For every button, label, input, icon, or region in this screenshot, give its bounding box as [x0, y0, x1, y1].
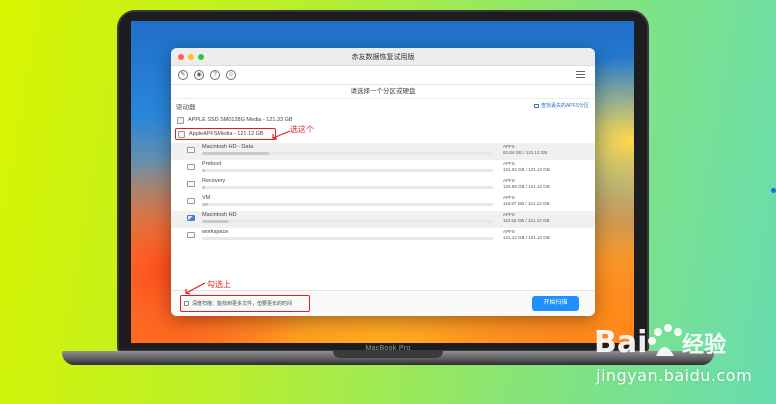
- partition-name: Recovery: [202, 178, 226, 184]
- partition-row[interactable]: Macintosh HD - Data APFS 92.84 GB / 121.…: [171, 143, 595, 160]
- drive-icon: [187, 147, 195, 153]
- system-drive-icon: [187, 215, 195, 221]
- partition-name: Macintosh HD - Data: [202, 144, 254, 150]
- drive-row-apfs-media[interactable]: AppleAPFSMedia - 121.12 GB: [175, 128, 276, 140]
- drive-icon: [187, 232, 195, 238]
- feedback-icon[interactable]: ☺: [226, 70, 236, 80]
- drive-icon: [178, 130, 185, 138]
- partition-size: 92.84 GB / 121.12 GB: [503, 150, 548, 155]
- drive-label: AppleAPFSMedia - 121.12 GB: [189, 130, 264, 137]
- svg-text:经验: 经验: [682, 332, 726, 358]
- deep-scan-label: 深度扫描：能找到更多文件，但要更长的时间: [192, 301, 293, 307]
- laptop-notch: [333, 351, 443, 358]
- partition-name: Preboot: [202, 161, 222, 167]
- deep-scan-option[interactable]: 深度扫描：能找到更多文件，但要更长的时间: [180, 295, 310, 312]
- annotation-arrow-icon: [185, 282, 206, 295]
- drive-row-apple-ssd[interactable]: APPLE SSD SM0128G Media - 121.33 GB: [171, 115, 595, 127]
- partition-size: 121.04 GB / 121.12 GB: [503, 167, 550, 172]
- usage-bar: [202, 152, 493, 155]
- partition-size: 121.12 GB / 121.12 GB: [503, 235, 550, 240]
- partition-fs: APFS: [503, 161, 515, 166]
- toolbar: ✎ ◉ ? ☺: [171, 66, 595, 85]
- drive-icon: [187, 198, 195, 204]
- menu-icon[interactable]: [576, 71, 585, 80]
- partition-fs: APFS: [503, 195, 515, 200]
- baidu-jingyan-watermark-logo: Bai 经验: [594, 324, 726, 360]
- window-title: 赤友数据恢复试用版: [351, 54, 415, 61]
- footer: 深度扫描：能找到更多文件，但要更长的时间 开始扫描: [171, 290, 595, 316]
- deep-scan-checkbox[interactable]: [184, 301, 189, 306]
- partition-size: 118.97 GB / 121.12 GB: [503, 201, 550, 206]
- partition-size: 110.52 GB / 121.12 GB: [503, 218, 550, 223]
- partition-row[interactable]: VM APFS 118.97 GB / 121.12 GB: [171, 194, 595, 211]
- edge-dot: [771, 188, 776, 193]
- drive-label: APPLE SSD SM0128G Media - 121.33 GB: [188, 117, 293, 123]
- partition-fs: APFS: [503, 212, 515, 217]
- laptop-brand-label: MacBook Pro: [365, 345, 411, 352]
- partition-row[interactable]: Macintosh HD APFS 110.52 GB / 121.12 GB: [171, 211, 595, 228]
- page-subheading: 请选择一个分区或硬盘: [171, 85, 595, 99]
- usage-bar: [202, 237, 493, 240]
- annotation-select-this: 选这个: [290, 125, 314, 134]
- partition-size: 120.59 GB / 121.12 GB: [503, 184, 550, 189]
- partition-fs: APFS: [503, 144, 515, 149]
- partition-fs: APFS: [503, 178, 515, 183]
- annotation-arrow-icon: [272, 130, 291, 140]
- drive-icon: [177, 117, 184, 124]
- section-title: 驱动器: [176, 104, 196, 111]
- partition-row[interactable]: workspace APFS 121.12 GB / 121.12 GB: [171, 228, 595, 245]
- partition-name: VM: [202, 195, 211, 201]
- annotation-check-this: 勾选上: [207, 280, 231, 289]
- usage-bar: [202, 220, 493, 223]
- help-icon[interactable]: ?: [210, 70, 220, 80]
- start-scan-button[interactable]: 开始扫描: [532, 296, 579, 311]
- app-window: 赤友数据恢复试用版 ✎ ◉ ? ☺ 请选择一个分区或硬盘 驱动器 查找丢失的AP…: [171, 48, 595, 316]
- find-apfs-label: 查找丢失的APFS分区: [540, 103, 589, 109]
- drives-section-header: 驱动器 查找丢失的APFS分区: [171, 99, 595, 111]
- partition-icon: [533, 103, 539, 108]
- partition-row[interactable]: Preboot APFS 121.04 GB / 121.12 GB: [171, 160, 595, 177]
- partition-name: Macintosh HD: [202, 212, 237, 218]
- drive-icon: [187, 181, 195, 187]
- drive-list: APPLE SSD SM0128G Media - 121.33 GB Appl…: [171, 111, 595, 311]
- disk-icon[interactable]: ◉: [194, 70, 204, 80]
- drive-icon: [187, 164, 195, 170]
- partition-fs: APFS: [503, 229, 515, 234]
- title-bar: 赤友数据恢复试用版: [171, 48, 595, 66]
- watermark-url: jingyan.baidu.com: [596, 366, 753, 385]
- usage-bar: [202, 186, 493, 189]
- find-apfs-link[interactable]: 查找丢失的APFS分区: [533, 102, 589, 109]
- svg-text:Bai: Bai: [594, 325, 647, 360]
- partition-row[interactable]: Recovery APFS 120.59 GB / 121.12 GB: [171, 177, 595, 194]
- usage-bar: [202, 169, 493, 172]
- usage-bar: [202, 203, 493, 206]
- partition-name: workspace: [202, 229, 229, 235]
- tools-icon[interactable]: ✎: [178, 70, 188, 80]
